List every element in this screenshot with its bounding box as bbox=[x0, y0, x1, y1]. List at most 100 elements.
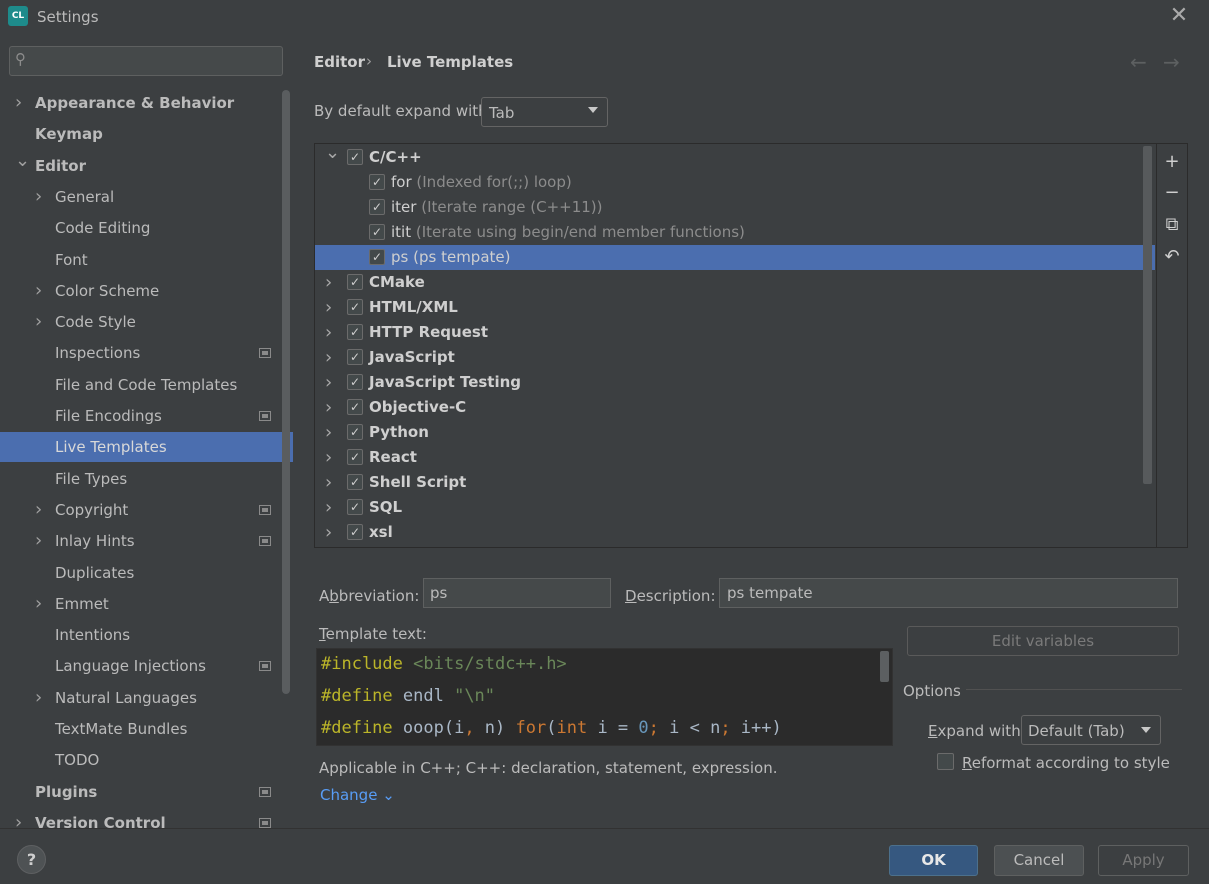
copy-icon[interactable]: ⧉ bbox=[1161, 214, 1183, 236]
template-checkbox[interactable]: ✓ bbox=[347, 524, 363, 540]
chevron-right-icon[interactable]: › bbox=[35, 182, 42, 212]
chevron-right-icon[interactable]: › bbox=[325, 320, 332, 345]
template-checkbox[interactable]: ✓ bbox=[369, 199, 385, 215]
sidebar-item-plugins[interactable]: Plugins bbox=[0, 777, 285, 807]
template-checkbox[interactable]: ✓ bbox=[369, 174, 385, 190]
sidebar-item-textmate-bundles[interactable]: TextMate Bundles bbox=[0, 714, 285, 744]
template-editor-scrollbar[interactable] bbox=[880, 651, 889, 682]
sidebar-item-duplicates[interactable]: Duplicates bbox=[0, 558, 285, 588]
chevron-right-icon[interactable]: › bbox=[35, 683, 42, 713]
restore-icon[interactable]: ↶ bbox=[1161, 246, 1183, 268]
reformat-checkbox[interactable] bbox=[937, 753, 954, 770]
sidebar-item-inspections[interactable]: Inspections bbox=[0, 338, 285, 368]
project-settings-icon bbox=[259, 348, 271, 359]
add-icon[interactable]: + bbox=[1161, 151, 1183, 173]
template-group-row[interactable]: › ✓ CMake bbox=[315, 270, 1155, 295]
template-checkbox[interactable]: ✓ bbox=[347, 399, 363, 415]
template-checkbox[interactable]: ✓ bbox=[347, 349, 363, 365]
template-group-row[interactable]: ⌄ ✓ C/C++ bbox=[315, 142, 1155, 170]
template-group-row[interactable]: › ✓ HTML/XML bbox=[315, 295, 1155, 320]
sidebar-item-language-injections[interactable]: Language Injections bbox=[0, 651, 285, 681]
chevron-right-icon[interactable]: › bbox=[325, 520, 332, 545]
template-group-row[interactable]: › ✓ Shell Script bbox=[315, 470, 1155, 495]
sidebar-item-file-encodings[interactable]: File Encodings bbox=[0, 401, 285, 431]
reformat-label[interactable]: Reformat according to style bbox=[962, 754, 1170, 772]
sidebar-item-copyright[interactable]: › Copyright bbox=[0, 495, 285, 525]
chevron-right-icon[interactable]: › bbox=[325, 370, 332, 395]
chevron-right-icon[interactable]: › bbox=[325, 345, 332, 370]
template-checkbox[interactable]: ✓ bbox=[347, 474, 363, 490]
sidebar-item-appearance-behavior[interactable]: › Appearance & Behavior bbox=[0, 88, 285, 118]
template-checkbox[interactable]: ✓ bbox=[347, 149, 363, 165]
sidebar-item-file-and-code-templates[interactable]: File and Code Templates bbox=[0, 370, 285, 400]
close-icon[interactable]: ✕ bbox=[1166, 3, 1192, 29]
chevron-right-icon[interactable]: › bbox=[35, 495, 42, 525]
chevron-right-icon[interactable]: › bbox=[325, 395, 332, 420]
sidebar-item-inlay-hints[interactable]: › Inlay Hints bbox=[0, 526, 285, 556]
template-checkbox[interactable]: ✓ bbox=[347, 374, 363, 390]
chevron-right-icon[interactable]: › bbox=[325, 295, 332, 320]
sidebar-item-editor[interactable]: ⌄ Editor bbox=[0, 150, 285, 181]
template-group-row[interactable]: › ✓ JavaScript Testing bbox=[315, 370, 1155, 395]
abbreviation-input[interactable]: ps bbox=[423, 578, 611, 608]
settings-search-input[interactable] bbox=[9, 46, 283, 76]
template-group-row[interactable]: › ✓ Objective-C bbox=[315, 395, 1155, 420]
chevron-right-icon[interactable]: › bbox=[325, 420, 332, 445]
remove-icon[interactable]: − bbox=[1161, 182, 1183, 204]
template-group-row[interactable]: › ✓ React bbox=[315, 445, 1155, 470]
sidebar-item-general[interactable]: › General bbox=[0, 182, 285, 212]
chevron-down-icon[interactable]: ⌄ bbox=[15, 146, 30, 176]
template-group-row[interactable]: › ✓ SQL bbox=[315, 495, 1155, 520]
template-checkbox[interactable]: ✓ bbox=[347, 299, 363, 315]
sidebar-item-intentions[interactable]: Intentions bbox=[0, 620, 285, 650]
template-text-editor[interactable]: #include <bits/stdc++.h> #define endl "\n… bbox=[316, 648, 893, 746]
template-item-row[interactable]: ✓ for (Indexed for(;;) loop) bbox=[315, 170, 1155, 195]
sidebar-item-emmet[interactable]: › Emmet bbox=[0, 589, 285, 619]
chevron-right-icon[interactable]: › bbox=[35, 526, 42, 556]
change-contexts-link[interactable]: Change ⌄ bbox=[320, 786, 395, 804]
chevron-right-icon[interactable]: › bbox=[35, 276, 42, 306]
apply-button[interactable]: Apply bbox=[1098, 845, 1189, 876]
chevron-right-icon[interactable]: › bbox=[325, 270, 332, 295]
template-checkbox[interactable]: ✓ bbox=[347, 499, 363, 515]
sidebar-item-live-templates[interactable]: Live Templates bbox=[0, 432, 293, 463]
template-checkbox[interactable]: ✓ bbox=[347, 274, 363, 290]
sidebar-item-color-scheme[interactable]: › Color Scheme bbox=[0, 276, 285, 306]
sidebar-item-font[interactable]: Font bbox=[0, 245, 285, 275]
chevron-right-icon[interactable]: › bbox=[35, 307, 42, 337]
template-checkbox[interactable]: ✓ bbox=[347, 324, 363, 340]
template-item-row[interactable]: ✓ iter (Iterate range (C++11)) bbox=[315, 195, 1155, 220]
sidebar-item-todo[interactable]: TODO bbox=[0, 745, 285, 775]
forward-arrow-icon[interactable]: → bbox=[1163, 50, 1180, 74]
chevron-right-icon[interactable]: › bbox=[325, 495, 332, 520]
template-item-row[interactable]: ✓ itit (Iterate using begin/end member fu… bbox=[315, 220, 1155, 245]
sidebar-item-natural-languages[interactable]: › Natural Languages bbox=[0, 683, 285, 713]
template-checkbox[interactable]: ✓ bbox=[347, 424, 363, 440]
template-group-row[interactable]: › ✓ Python bbox=[315, 420, 1155, 445]
breadcrumb-editor[interactable]: Editor bbox=[314, 53, 365, 71]
template-group-row[interactable]: › ✓ JavaScript bbox=[315, 345, 1155, 370]
chevron-down-icon[interactable]: ⌄ bbox=[325, 140, 340, 165]
edit-variables-button[interactable]: Edit variables bbox=[907, 626, 1179, 656]
cancel-button[interactable]: Cancel bbox=[994, 845, 1084, 876]
template-group-row[interactable]: › ✓ HTTP Request bbox=[315, 320, 1155, 345]
ok-button[interactable]: OK bbox=[889, 845, 978, 876]
chevron-right-icon[interactable]: › bbox=[15, 88, 22, 118]
template-checkbox[interactable]: ✓ bbox=[369, 249, 385, 265]
chevron-right-icon[interactable]: › bbox=[35, 589, 42, 619]
chevron-right-icon[interactable]: › bbox=[325, 445, 332, 470]
template-item-row[interactable]: ✓ ps (ps tempate) bbox=[315, 245, 1155, 270]
help-icon[interactable]: ? bbox=[17, 845, 46, 874]
sidebar-item-code-style[interactable]: › Code Style bbox=[0, 307, 285, 337]
sidebar-item-keymap[interactable]: Keymap bbox=[0, 119, 285, 149]
chevron-right-icon[interactable]: › bbox=[325, 470, 332, 495]
sidebar-item-file-types[interactable]: File Types bbox=[0, 464, 285, 494]
template-group-row[interactable]: › ✓ xsl bbox=[315, 520, 1155, 545]
sidebar-scrollbar[interactable] bbox=[282, 90, 290, 694]
tree-scrollbar[interactable] bbox=[1143, 146, 1152, 484]
sidebar-item-code-editing[interactable]: Code Editing bbox=[0, 213, 285, 243]
back-arrow-icon[interactable]: ← bbox=[1130, 50, 1147, 74]
description-input[interactable]: ps tempate bbox=[719, 578, 1178, 608]
template-checkbox[interactable]: ✓ bbox=[369, 224, 385, 240]
template-checkbox[interactable]: ✓ bbox=[347, 449, 363, 465]
